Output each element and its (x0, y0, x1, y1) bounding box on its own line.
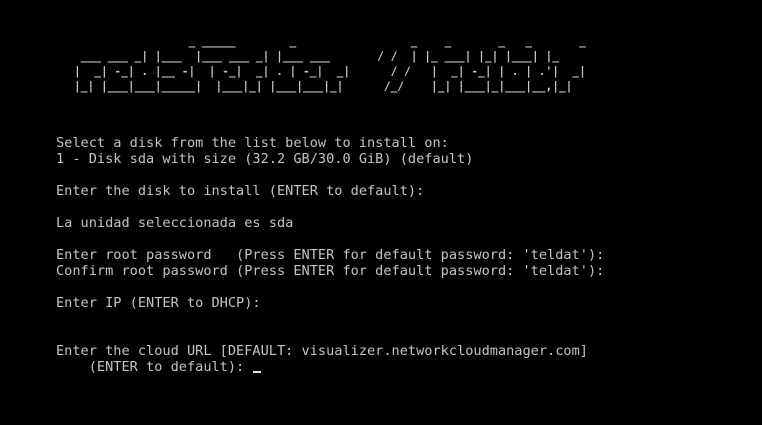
root-password-prompt: Enter root password (Press ENTER for def… (56, 247, 605, 263)
text-cursor (253, 371, 262, 373)
ascii-art-banner: _ _____ _ _ _ _ _ _ ___ ___ _| |___ |___… (74, 35, 586, 93)
cloud-url-default-prompt: (ENTER to default): (56, 359, 253, 375)
enter-disk-prompt: Enter the disk to install (ENTER to defa… (56, 183, 425, 199)
disk-option-1: 1 - Disk sda with size (32.2 GB/30.0 GiB… (56, 151, 474, 167)
confirm-password-prompt: Confirm root password (Press ENTER for d… (56, 263, 605, 279)
selected-disk-message: La unidad seleccionada es sda (56, 215, 294, 231)
enter-ip-prompt: Enter IP (ENTER to DHCP): (56, 295, 261, 311)
select-disk-prompt: Select a disk from the list below to ins… (56, 135, 449, 151)
cloud-url-input-line[interactable]: (ENTER to default): (56, 359, 262, 375)
cloud-url-prompt: Enter the cloud URL [DEFAULT: visualizer… (56, 343, 588, 359)
terminal-screen[interactable]: _ _____ _ _ _ _ _ _ ___ ___ _| |___ |___… (0, 0, 762, 425)
